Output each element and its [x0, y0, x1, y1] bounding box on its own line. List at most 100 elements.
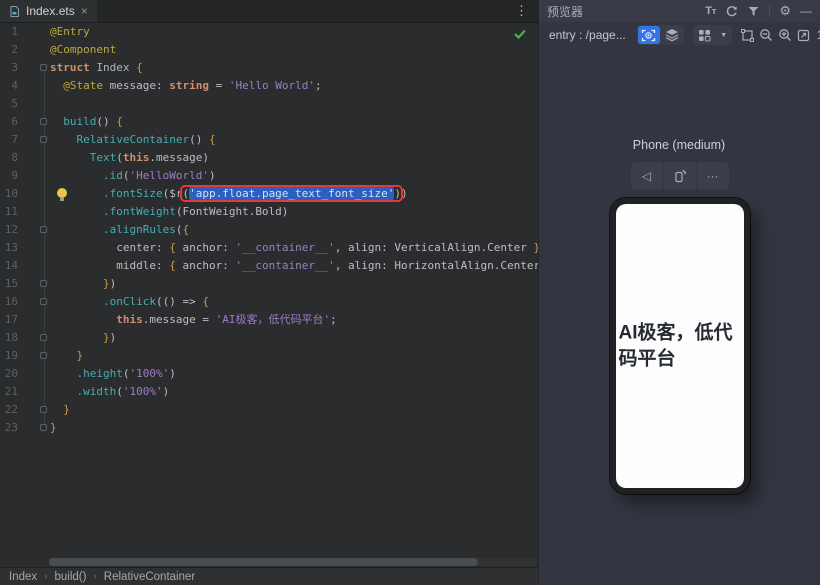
code-line-2[interactable]: @Component [50, 41, 538, 59]
code-line-22[interactable]: } [50, 401, 538, 419]
line-number: 15 [4, 277, 18, 290]
code-line-10[interactable]: .fontSize($r('app.float.page_text_font_s… [50, 185, 538, 203]
line-number: 18 [4, 331, 18, 344]
hide-panel-icon[interactable]: — [800, 3, 812, 19]
line-number: 11 [4, 205, 18, 218]
code-line-17[interactable]: this.message = 'AI极客，低代码平台'; [50, 311, 538, 329]
previewer-title: 预览器 [547, 4, 584, 19]
breadcrumb: Index › build() › RelativeContainer [0, 567, 538, 585]
code-line-9[interactable]: .id('HelloWorld') [50, 167, 538, 185]
filter-icon[interactable] [747, 3, 760, 19]
code-area[interactable]: @Entry @Component struct Index { @State me… [50, 23, 538, 437]
fold-marker[interactable] [40, 424, 47, 431]
fold-marker[interactable] [40, 118, 47, 125]
zoom-in-icon[interactable] [778, 26, 792, 44]
previewer-panel: 预览器 Tт ⚙ — entry : /page... ▼ Phone (med… [538, 0, 820, 585]
fold-marker[interactable] [40, 334, 47, 341]
preview-target-selector[interactable]: entry : /page... [549, 28, 626, 42]
preview-text[interactable]: AI极客，低代码平台 [619, 320, 742, 371]
code-line-11[interactable]: .fontWeight(FontWeight.Bold) [50, 203, 538, 221]
error-highlight-box: ('app.float.page_text_font_size') [182, 187, 402, 200]
line-number: 21 [4, 385, 18, 398]
fold-marker[interactable] [40, 406, 47, 413]
breadcrumb-item[interactable]: RelativeContainer [104, 571, 195, 583]
line-number: 19 [4, 349, 18, 362]
line-number: 1 [11, 25, 18, 38]
breadcrumb-item[interactable]: build() [54, 571, 86, 583]
tab-index-ets[interactable]: Index.ets × [0, 0, 97, 22]
fold-marker[interactable] [40, 136, 47, 143]
code-line-20[interactable]: .height('100%') [50, 365, 538, 383]
font-settings-icon[interactable]: Tт [705, 3, 716, 19]
code-line-16[interactable]: .onClick(() => { [50, 293, 538, 311]
settings-gear-icon[interactable]: ⚙ [779, 3, 791, 19]
previewer-toolbar: entry : /page... ▼ [539, 22, 820, 48]
fold-marker[interactable] [40, 352, 47, 359]
line-number: 23 [4, 421, 18, 434]
code-line-13[interactable]: center: { anchor: '__container__', align… [50, 239, 538, 257]
breadcrumb-separator: › [44, 571, 48, 582]
device-button-group: ◁ ··· [630, 162, 729, 189]
code-line-3[interactable]: struct Index { [50, 59, 538, 77]
back-button[interactable]: ◁ [631, 162, 663, 189]
line-number: 17 [4, 313, 18, 326]
line-number: 14 [4, 259, 18, 272]
line-number: 13 [4, 241, 18, 254]
code-line-6[interactable]: build() { [50, 113, 538, 131]
editor-body[interactable]: 1 2 3 4 5 6 7 8 9 10 11 12 13 14 15 16 17 18 19 20 21 22 23 @E… [0, 23, 538, 558]
toolbar-divider [769, 5, 771, 17]
code-line-19[interactable]: } [50, 347, 538, 365]
phone-screen[interactable]: AI极客，低代码平台 [615, 204, 744, 488]
fold-marker[interactable] [40, 298, 47, 305]
code-line-12[interactable]: .alignRules({ [50, 221, 538, 239]
line-number: 9 [11, 169, 18, 182]
code-line-21[interactable]: .width('100%') [50, 383, 538, 401]
close-icon[interactable]: × [80, 5, 89, 17]
fold-marker[interactable] [40, 280, 47, 287]
line-number: 6 [11, 115, 18, 128]
kebab-menu-icon[interactable]: ⋮ [515, 3, 528, 19]
line-number: 22 [4, 403, 18, 416]
phone-device-frame: AI极客，低代码平台 [609, 198, 750, 494]
tab-label: Index.ets [26, 4, 75, 18]
line-number: 10 [4, 187, 18, 200]
line-number: 3 [11, 61, 18, 74]
scrollbar-thumb[interactable] [49, 558, 478, 566]
code-line-7[interactable]: RelativeContainer() { [50, 131, 538, 149]
intention-bulb-icon[interactable] [57, 188, 67, 201]
editor-pane: Index.ets × ⋮ 1 2 3 4 5 6 7 8 9 10 11 12 13 14 15 16 17 1… [0, 0, 538, 585]
device-label: Phone (medium) [632, 138, 726, 152]
breadcrumb-item[interactable]: Index [9, 571, 37, 583]
line-number: 7 [11, 133, 18, 146]
inspect-mode-button[interactable] [637, 26, 660, 44]
more-options-button[interactable]: ··· [695, 162, 729, 189]
zoom-out-icon[interactable] [759, 26, 773, 44]
breadcrumb-separator: › [93, 571, 97, 582]
code-line-18[interactable]: }) [50, 329, 538, 347]
rotate-device-button[interactable] [662, 162, 696, 189]
line-number: 20 [4, 367, 18, 380]
line-number: 5 [11, 97, 18, 110]
code-line-8[interactable]: Text(this.message) [50, 149, 538, 167]
frame-select-icon[interactable] [740, 26, 754, 44]
chevron-down-icon[interactable]: ▼ [717, 32, 731, 39]
layers-view-button[interactable] [661, 26, 683, 44]
line-number: 8 [11, 151, 18, 164]
code-line-23[interactable]: } [50, 419, 538, 437]
grid-layout-icon[interactable] [694, 26, 716, 44]
fold-marker[interactable] [40, 226, 47, 233]
horizontal-scrollbar[interactable] [49, 558, 537, 566]
code-line-1[interactable]: @Entry [50, 23, 538, 41]
code-line-5[interactable] [50, 95, 538, 113]
editor-gutter: 1 2 3 4 5 6 7 8 9 10 11 12 13 14 15 16 17 18 19 20 21 22 23 [0, 23, 49, 558]
refresh-icon[interactable] [725, 3, 738, 19]
code-line-15[interactable]: }) [50, 275, 538, 293]
line-number: 12 [4, 223, 18, 236]
previewer-title-bar: 预览器 Tт ⚙ — [539, 0, 820, 22]
code-line-4[interactable]: @State message: string = 'Hello World'; [50, 77, 538, 95]
fit-to-screen-icon[interactable] [797, 26, 810, 44]
fold-marker[interactable] [40, 64, 47, 71]
code-line-14[interactable]: middle: { anchor: '__container__', align… [50, 257, 538, 275]
editor-tab-bar: Index.ets × ⋮ [0, 0, 538, 23]
inspection-ok-check-icon[interactable] [514, 26, 526, 44]
